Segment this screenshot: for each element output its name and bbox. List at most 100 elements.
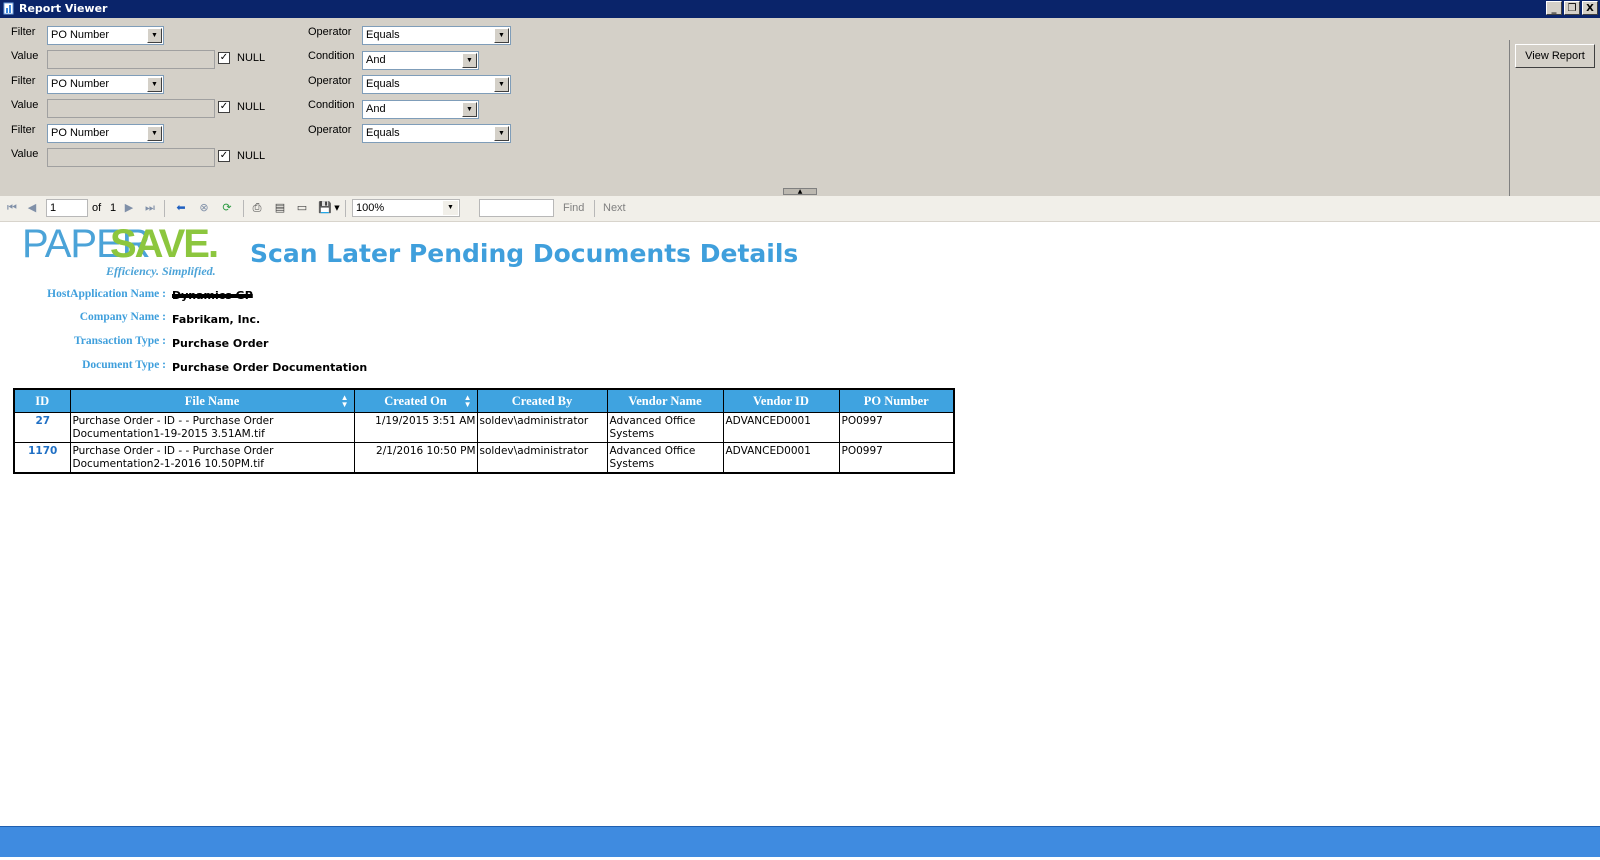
minimize-button[interactable]: _ bbox=[1546, 1, 1562, 15]
document-type-value: Purchase Order Documentation bbox=[172, 361, 368, 374]
company-name-value: Fabrikam, Inc. bbox=[172, 313, 261, 326]
chevron-down-icon[interactable]: ▼ bbox=[147, 126, 162, 141]
row-vendor-name: Advanced Office Systems bbox=[606, 412, 724, 443]
host-application-value: Dynamics GP bbox=[172, 289, 253, 302]
row-created-by: soldev\administrator bbox=[476, 412, 608, 443]
chevron-down-icon[interactable]: ▼ bbox=[494, 77, 509, 92]
find-link[interactable]: Find bbox=[563, 202, 584, 214]
print-layout-icon[interactable]: ▤ bbox=[273, 201, 287, 215]
page-number-input[interactable]: 1 bbox=[46, 199, 88, 217]
row-file-name: Purchase Order - ID - - Purchase Order D… bbox=[69, 412, 355, 443]
row-id-link[interactable]: 27 bbox=[13, 412, 71, 443]
filter-label-1: Filter bbox=[11, 26, 36, 38]
sort-icon[interactable]: ▲ ▼ bbox=[341, 394, 349, 409]
chevron-down-icon[interactable]: ▼ bbox=[494, 126, 509, 141]
chevron-down-icon[interactable]: ▼ bbox=[462, 102, 477, 117]
table-row: 27 Purchase Order - ID - - Purchase Orde… bbox=[13, 412, 955, 443]
chevron-down-icon[interactable]: ▼ bbox=[147, 77, 162, 92]
operator-dropdown-1[interactable]: Equals ▼ bbox=[362, 26, 511, 45]
stop-icon[interactable]: ⊗ bbox=[197, 201, 211, 215]
find-input[interactable] bbox=[479, 199, 554, 217]
print-icon[interactable]: ⎙ bbox=[250, 201, 264, 215]
null-label-3: NULL bbox=[237, 150, 266, 162]
zoom-dropdown[interactable]: 100% ▼ bbox=[352, 199, 460, 217]
sort-icon[interactable]: ▲ ▼ bbox=[464, 394, 472, 409]
panel-divider bbox=[1509, 40, 1510, 206]
row-file-name: Purchase Order - ID - - Purchase Order D… bbox=[69, 442, 355, 473]
restore-button[interactable]: ❐ bbox=[1564, 1, 1580, 15]
operator-label-2: Operator bbox=[308, 75, 352, 87]
null-label-2: NULL bbox=[237, 101, 266, 113]
chevron-down-icon[interactable]: ▼ bbox=[147, 28, 162, 43]
parameters-panel: Filter PO Number ▼ Operator Equals ▼ Value… bbox=[0, 18, 1600, 206]
column-header-vendor-name[interactable]: Vendor Name bbox=[606, 388, 724, 413]
value-label-2: Value bbox=[11, 99, 39, 111]
window-titlebar: Report Viewer _ ❐ X bbox=[0, 0, 1600, 18]
report-toolbar: ⏮ ◀ 1 of 1 ▶ ⏭ ⬅ ⊗ ⟳ ⎙ ▤ ▭ 💾 ▼ 100% ▼ Fin… bbox=[0, 196, 1600, 222]
previous-page-icon[interactable]: ◀ bbox=[25, 201, 39, 215]
column-header-id[interactable]: ID bbox=[13, 388, 71, 413]
back-icon[interactable]: ⬅ bbox=[174, 201, 188, 215]
window-title: Report Viewer bbox=[19, 2, 108, 15]
null-label-1: NULL bbox=[237, 52, 266, 64]
report-app-icon bbox=[3, 2, 14, 15]
column-header-vendor-id[interactable]: Vendor ID bbox=[722, 388, 840, 413]
view-report-button[interactable]: View Report bbox=[1515, 44, 1595, 68]
close-button[interactable]: X bbox=[1582, 1, 1598, 15]
chevron-down-icon[interactable]: ▼ bbox=[494, 28, 509, 43]
row-created-on: 1/19/2015 3:51 AM bbox=[353, 412, 478, 443]
operator-label-1: Operator bbox=[308, 26, 352, 38]
host-application-label: HostApplication Name : bbox=[47, 288, 166, 300]
condition-label-1: Condition bbox=[308, 50, 355, 62]
filter-dropdown-1[interactable]: PO Number ▼ bbox=[47, 26, 164, 45]
transaction-type-value: Purchase Order bbox=[172, 337, 269, 350]
row-vendor-name: Advanced Office Systems bbox=[606, 442, 724, 473]
filter-label-2: Filter bbox=[11, 75, 36, 87]
value-input-2[interactable] bbox=[47, 99, 215, 118]
filter-label-3: Filter bbox=[11, 124, 36, 136]
filter-dropdown-2[interactable]: PO Number ▼ bbox=[47, 75, 164, 94]
row-vendor-id: ADVANCED0001 bbox=[722, 442, 840, 473]
column-header-created-on[interactable]: Created On ▲ ▼ bbox=[353, 388, 478, 413]
operator-dropdown-2[interactable]: Equals ▼ bbox=[362, 75, 511, 94]
condition-dropdown-2[interactable]: And ▼ bbox=[362, 100, 479, 119]
first-page-icon[interactable]: ⏮ bbox=[5, 201, 19, 215]
column-header-po-number[interactable]: PO Number bbox=[838, 388, 955, 413]
refresh-icon[interactable]: ⟳ bbox=[220, 201, 234, 215]
row-created-by: soldev\administrator bbox=[476, 442, 608, 473]
collapse-params-handle[interactable]: ▲ bbox=[783, 188, 817, 195]
of-label: of bbox=[92, 202, 102, 214]
report-title: Scan Later Pending Documents Details bbox=[250, 239, 799, 268]
condition-label-2: Condition bbox=[308, 99, 355, 111]
chevron-down-icon[interactable]: ▼ bbox=[462, 53, 477, 68]
last-page-icon[interactable]: ⏭ bbox=[143, 201, 157, 215]
value-label-3: Value bbox=[11, 148, 39, 160]
filter-dropdown-3[interactable]: PO Number ▼ bbox=[47, 124, 164, 143]
null-checkbox-3[interactable]: ✓ bbox=[218, 150, 230, 162]
null-checkbox-1[interactable]: ✓ bbox=[218, 52, 230, 64]
documents-table: ID File Name ▲ ▼ Created On ▲ ▼ Created By V… bbox=[13, 388, 955, 474]
condition-dropdown-1[interactable]: And ▼ bbox=[362, 51, 479, 70]
null-checkbox-2[interactable]: ✓ bbox=[218, 101, 230, 113]
value-input-1[interactable] bbox=[47, 50, 215, 69]
table-row: 1170 Purchase Order - ID - - Purchase Or… bbox=[13, 442, 955, 473]
next-link[interactable]: Next bbox=[603, 202, 626, 214]
operator-label-3: Operator bbox=[308, 124, 352, 136]
company-name-label: Company Name : bbox=[79, 311, 166, 323]
column-header-created-by[interactable]: Created By bbox=[476, 388, 608, 413]
chevron-down-icon[interactable]: ▼ bbox=[443, 201, 458, 215]
next-page-icon[interactable]: ▶ bbox=[122, 201, 136, 215]
row-po-number: PO0997 bbox=[838, 442, 955, 473]
document-type-label: Document Type : bbox=[82, 359, 166, 371]
row-created-on: 2/1/2016 10:50 PM bbox=[353, 442, 478, 473]
page-setup-icon[interactable]: ▭ bbox=[295, 201, 309, 215]
row-id-link[interactable]: 1170 bbox=[13, 442, 71, 473]
row-vendor-id: ADVANCED0001 bbox=[722, 412, 840, 443]
value-input-3[interactable] bbox=[47, 148, 215, 167]
operator-dropdown-3[interactable]: Equals ▼ bbox=[362, 124, 511, 143]
table-header-row: ID File Name ▲ ▼ Created On ▲ ▼ Created By V… bbox=[13, 388, 955, 413]
chevron-down-icon[interactable]: ▼ bbox=[330, 201, 344, 215]
column-header-file-name[interactable]: File Name ▲ ▼ bbox=[69, 388, 355, 413]
row-po-number: PO0997 bbox=[838, 412, 955, 443]
total-pages: 1 bbox=[110, 202, 117, 214]
